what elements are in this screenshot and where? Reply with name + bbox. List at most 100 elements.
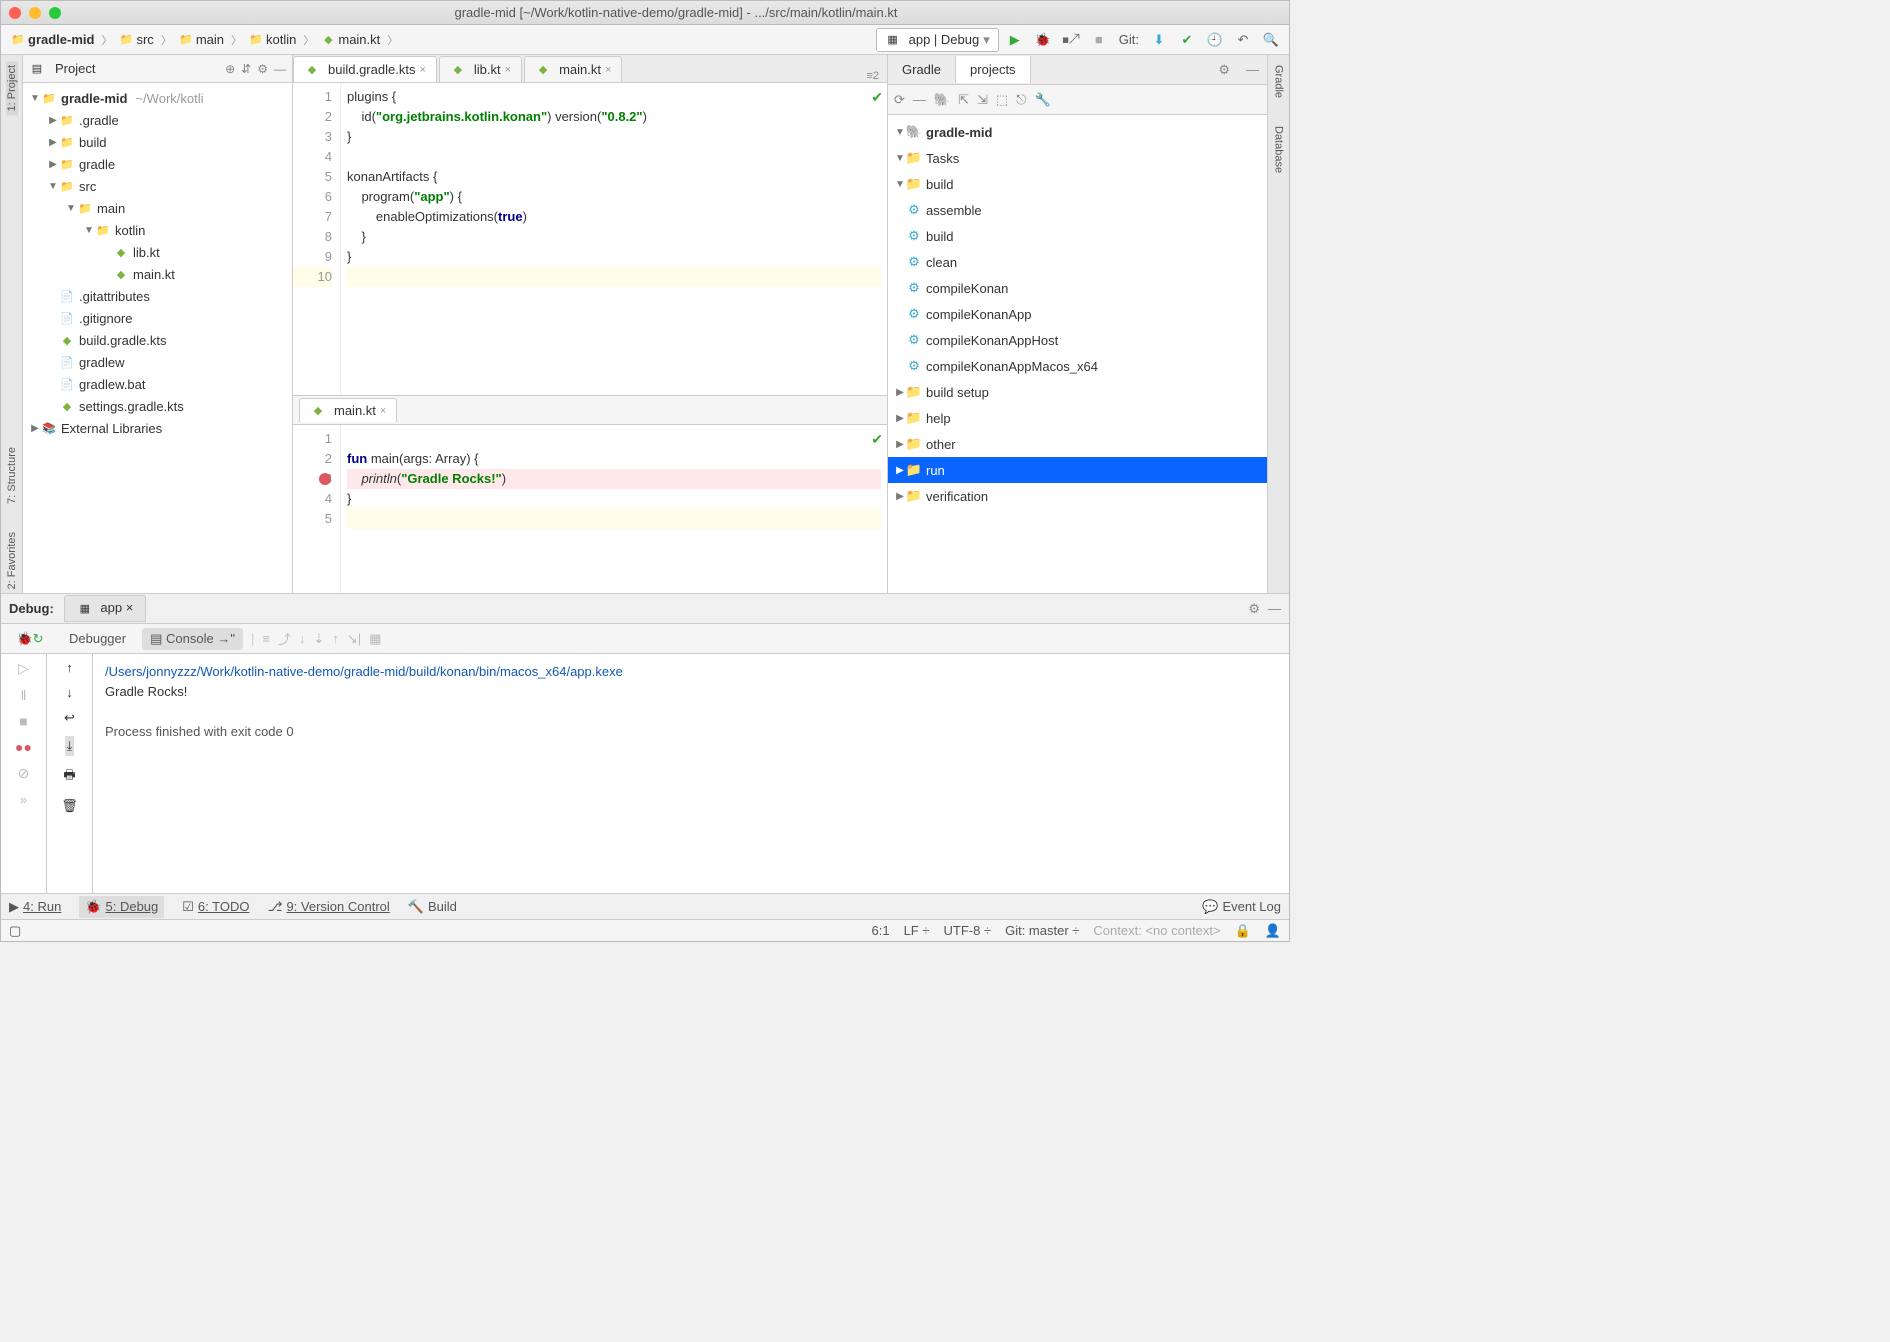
gradle-group-run[interactable]: ▶📁run xyxy=(888,457,1267,483)
tab-info[interactable]: ≡2 xyxy=(866,70,879,82)
wrap-icon[interactable]: ↩ xyxy=(64,710,75,726)
gear-icon[interactable]: ⚙ xyxy=(1218,62,1230,78)
gradle-root[interactable]: ▼🐘gradle-mid xyxy=(888,119,1267,145)
editor-top[interactable]: 12345678910 ✔plugins { id("org.jetbrains… xyxy=(293,83,887,395)
update-project-button[interactable]: ⬇ xyxy=(1147,28,1171,52)
editor-tab[interactable]: ◆main.kt× xyxy=(524,56,622,82)
run-to-cursor-icon[interactable]: ↘| xyxy=(347,631,361,647)
revert-button[interactable]: ↶ xyxy=(1231,28,1255,52)
mute-bp-icon[interactable]: ⊘ xyxy=(18,765,30,782)
project-tree[interactable]: ▼ 📁 gradle-mid ~/Work/kotli ▶📁.gradle▶📁b… xyxy=(23,83,292,593)
step-icon[interactable]: ≡ xyxy=(262,631,270,646)
tree-node[interactable]: ◆main.kt xyxy=(23,263,292,285)
show-icon[interactable]: ⎋ xyxy=(1016,92,1026,108)
chevron-icon[interactable]: ▶ xyxy=(47,115,59,126)
chevron-icon[interactable]: ▶ xyxy=(47,159,59,170)
history-button[interactable]: 🕘 xyxy=(1203,28,1227,52)
breadcrumb-item[interactable]: 📁main xyxy=(175,30,228,49)
project-panel-title[interactable]: Project xyxy=(55,61,219,76)
commit-button[interactable]: ✔ xyxy=(1175,28,1199,52)
gradle-group-verification[interactable]: ▶📁verification xyxy=(888,483,1267,509)
up-icon[interactable]: ↑ xyxy=(66,660,73,675)
clear-icon[interactable]: 🗑 xyxy=(61,798,78,814)
chevron-icon[interactable]: ▼ xyxy=(83,225,95,236)
console-tab[interactable]: ▤ Console →" xyxy=(142,628,243,650)
breadcrumb-item[interactable]: 📁src xyxy=(115,30,157,49)
minimize-window-icon[interactable] xyxy=(29,7,41,19)
close-window-icon[interactable] xyxy=(9,7,21,19)
event-log-button[interactable]: 💬 Event Log xyxy=(1202,899,1281,915)
split-tab[interactable]: ◆main.kt× xyxy=(299,398,397,422)
gutter[interactable]: 12345678910 xyxy=(293,83,341,395)
context[interactable]: Context: <no context> xyxy=(1093,923,1220,938)
scroll-icon[interactable]: ⤓ xyxy=(65,736,75,756)
editor-bottom[interactable]: 12345 ✔ fun main(args: Array) { println(… xyxy=(293,425,887,593)
locate-icon[interactable]: ⊕ xyxy=(225,62,235,76)
encoding[interactable]: UTF-8 ÷ xyxy=(944,923,992,938)
close-tab-icon[interactable]: × xyxy=(126,600,134,615)
close-tab-icon[interactable]: × xyxy=(419,64,425,76)
breakpoint-icon[interactable] xyxy=(319,473,331,485)
gradle-tasks-node[interactable]: ▼📁Tasks xyxy=(888,145,1267,171)
rerun-icon[interactable]: 🐞↻ xyxy=(16,631,43,647)
gradle-tab-gradle[interactable]: Gradle xyxy=(888,56,956,83)
breadcrumb-item[interactable]: 📁kotlin xyxy=(245,30,300,49)
pause-icon[interactable]: ‖ xyxy=(21,687,27,703)
structure-tool-button[interactable]: 7: Structure xyxy=(6,443,18,508)
offline-icon[interactable]: ⬚ xyxy=(996,92,1008,108)
hide-icon[interactable]: — xyxy=(1268,601,1281,617)
stop-icon[interactable]: ■ xyxy=(19,713,27,729)
breadcrumb-item[interactable]: 📁gradle-mid xyxy=(7,30,98,49)
hector-icon[interactable]: 👤 xyxy=(1265,923,1281,939)
debug-session-tab[interactable]: ▦ app × xyxy=(64,595,147,622)
favorites-tool-button[interactable]: 2: Favorites xyxy=(6,528,18,593)
gradle-tool-button[interactable]: Gradle xyxy=(1273,61,1285,102)
tree-node[interactable]: 📄.gitignore xyxy=(23,307,292,329)
project-tool-button[interactable]: 1: Project xyxy=(6,61,18,115)
expand-icon[interactable]: ⇱ xyxy=(958,92,969,108)
gradle-task[interactable]: ⚙assemble xyxy=(888,197,1267,223)
gradle-task[interactable]: ⚙compileKonanAppHost xyxy=(888,327,1267,353)
down-icon[interactable]: ↓ xyxy=(66,685,73,700)
git-branch[interactable]: Git: master ÷ xyxy=(1005,923,1079,938)
gradle-group-other[interactable]: ▶📁other xyxy=(888,431,1267,457)
debugger-tab[interactable]: Debugger xyxy=(61,628,134,649)
editor-tab[interactable]: ◆lib.kt× xyxy=(439,56,522,82)
gradle-task[interactable]: ⚙build xyxy=(888,223,1267,249)
gradle-tab-projects[interactable]: projects xyxy=(956,56,1031,83)
tree-node[interactable]: ▼📁main xyxy=(23,197,292,219)
gradle-task[interactable]: ⚙compileKonanAppMacos_x64 xyxy=(888,353,1267,379)
step-into-icon[interactable]: ↓ xyxy=(299,631,306,646)
tree-node[interactable]: ◆lib.kt xyxy=(23,241,292,263)
tree-node[interactable]: ▶📁build xyxy=(23,131,292,153)
resume-icon[interactable]: ▷ xyxy=(18,660,29,677)
gradle-task[interactable]: ⚙compileKonan xyxy=(888,275,1267,301)
stop-button[interactable]: ■ xyxy=(1087,28,1111,52)
tree-node[interactable]: 📄.gitattributes xyxy=(23,285,292,307)
debug-tool-button[interactable]: 🐞 5: Debug xyxy=(79,896,164,918)
status-icon[interactable]: ▢ xyxy=(9,923,21,939)
gutter[interactable]: 12345 xyxy=(293,425,341,593)
close-tab-icon[interactable]: × xyxy=(605,64,611,76)
search-button[interactable]: 🔍 xyxy=(1259,28,1283,52)
todo-tool-button[interactable]: ☑ 6: TODO xyxy=(182,899,249,915)
database-tool-button[interactable]: Database xyxy=(1273,122,1285,177)
tree-node[interactable]: 📄gradlew xyxy=(23,351,292,373)
gear-icon[interactable]: ⚙ xyxy=(1248,601,1260,617)
breakpoints-icon[interactable]: ●● xyxy=(15,739,32,755)
collapse-icon[interactable]: ⇵ xyxy=(241,62,251,76)
tree-node[interactable]: ▼📁src xyxy=(23,175,292,197)
detach-icon[interactable]: — xyxy=(913,92,926,107)
run-button[interactable]: ▶ xyxy=(1003,28,1027,52)
caret-position[interactable]: 6:1 xyxy=(872,923,890,938)
close-tab-icon[interactable]: × xyxy=(505,64,511,76)
gradle-task[interactable]: ⚙compileKonanApp xyxy=(888,301,1267,327)
gradle-tree[interactable]: ▼🐘gradle-mid ▼📁Tasks ▼📁build ⚙assemble⚙b… xyxy=(888,115,1267,593)
chevron-icon[interactable]: ▼ xyxy=(65,203,77,214)
lock-icon[interactable]: 🔒 xyxy=(1235,923,1251,939)
external-libraries[interactable]: ▶ 📚 External Libraries xyxy=(23,417,292,439)
refresh-icon[interactable]: ⟳ xyxy=(894,92,905,108)
editor-tab[interactable]: ◆build.gradle.kts× xyxy=(293,56,437,82)
tree-node[interactable]: ▼📁kotlin xyxy=(23,219,292,241)
run-config-selector[interactable]: ▦ app | Debug ▾ xyxy=(876,28,999,52)
